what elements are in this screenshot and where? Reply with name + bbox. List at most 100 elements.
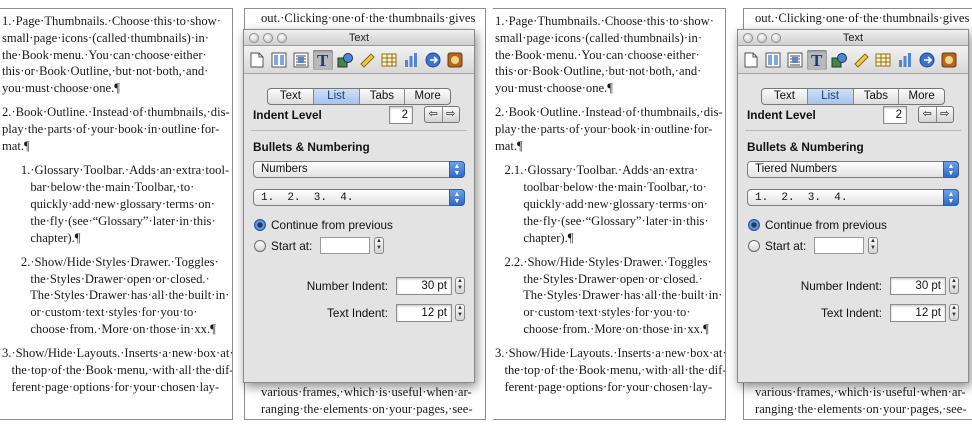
metrics-inspector-icon[interactable] bbox=[851, 50, 871, 70]
document-line[interactable]: 1.·Page·Thumbnails.·Choose·this·to·show· bbox=[495, 13, 725, 30]
document-line[interactable]: 2.1.·Glossary·Toolbar.·Adds·an·extra· bbox=[495, 162, 725, 179]
metrics-inspector-icon[interactable] bbox=[357, 50, 377, 70]
layout-inspector-icon[interactable] bbox=[763, 50, 783, 70]
indent-arrow-icon[interactable]: ⇨ bbox=[443, 107, 460, 122]
document-line[interactable]: chapter).¶ bbox=[2, 230, 232, 247]
document-line[interactable]: choose·from.·More·on·those·in·xx.¶ bbox=[495, 321, 725, 338]
number-indent-field[interactable]: 30 pt bbox=[396, 277, 452, 295]
document-line[interactable] bbox=[2, 246, 232, 254]
document-line[interactable]: 2.·Show/Hide·Styles·Drawer.·Toggles· bbox=[2, 254, 232, 271]
window-titlebar[interactable]: Text bbox=[244, 30, 474, 46]
document-inspector-icon[interactable] bbox=[741, 50, 761, 70]
document-line[interactable]: the·fly·(see·“Glossary”·later·in·this· bbox=[495, 213, 725, 230]
document-line[interactable]: this·or·Book·Outline,·but·not·both,·and· bbox=[2, 63, 232, 80]
tab-list[interactable]: List bbox=[313, 89, 360, 104]
close-icon[interactable] bbox=[249, 33, 259, 43]
layout-inspector-icon[interactable] bbox=[269, 50, 289, 70]
start-at-field[interactable] bbox=[320, 237, 370, 254]
indent-level-field[interactable]: 2 bbox=[389, 106, 413, 124]
link-inspector-icon[interactable] bbox=[423, 50, 443, 70]
tab-tabs[interactable]: Tabs bbox=[854, 89, 900, 104]
radio-button-selected[interactable] bbox=[748, 219, 760, 231]
number-indent-stepper[interactable]: ▲ ▼ bbox=[949, 277, 959, 294]
document-text-top[interactable]: out.·Clicking·one·of·the·thumbnails·give… bbox=[755, 10, 969, 27]
document-line[interactable]: 3.·Show/Hide·Layouts.·Inserts·a·new·box·… bbox=[495, 345, 725, 362]
text-inspector-icon[interactable]: T bbox=[313, 49, 333, 70]
document-line[interactable]: mat.¶ bbox=[2, 138, 232, 155]
wrap-inspector-icon[interactable] bbox=[785, 50, 805, 70]
document-line[interactable]: 2.·Book·Outline.·Instead·of·thumbnails,·… bbox=[495, 104, 725, 121]
graphic-inspector-icon[interactable] bbox=[829, 50, 849, 70]
document-line[interactable] bbox=[2, 155, 232, 163]
document-line[interactable]: 1.·Glossary·Toolbar.·Adds·an·extra·tool- bbox=[2, 162, 232, 179]
document-line[interactable]: quickly·add·new·glossary·terms·on· bbox=[2, 196, 232, 213]
number-indent-field[interactable]: 30 pt bbox=[890, 277, 946, 295]
document-line[interactable]: the·top·of·the·Book·menu,·with·all·the·d… bbox=[495, 362, 725, 379]
text-indent-stepper[interactable]: ▲ ▼ bbox=[949, 304, 959, 321]
document-line[interactable]: choose·from.·More·on·those·in·xx.¶ bbox=[2, 321, 232, 338]
indent-arrows[interactable]: ⇦ ⇨ bbox=[918, 106, 954, 123]
indent-level-field[interactable]: 2 bbox=[883, 106, 907, 124]
outdent-arrow-icon[interactable]: ⇦ bbox=[425, 107, 443, 122]
document-line[interactable]: the·Book·menu.·You·can·choose·either· bbox=[2, 47, 232, 64]
tab-list[interactable]: List bbox=[807, 89, 854, 104]
document-line[interactable]: The·Styles·Drawer·has·all·the·built·in· bbox=[495, 287, 725, 304]
document-line[interactable]: the·Book·menu.·You·can·choose·either· bbox=[495, 47, 725, 64]
document-text-bottom[interactable]: various·frames,·which·is·useful·when·ar-… bbox=[261, 384, 473, 418]
document-line[interactable]: ferent·page·options·for·your·chosen·lay- bbox=[2, 379, 232, 396]
close-icon[interactable] bbox=[743, 33, 753, 43]
document-line[interactable]: 3.·Show/Hide·Layouts.·Inserts·a·new·box·… bbox=[2, 345, 232, 362]
document-line[interactable] bbox=[495, 155, 725, 163]
document-line[interactable]: 2.2.·Show/Hide·Styles·Drawer.·Toggles· bbox=[495, 254, 725, 271]
start-at-stepper[interactable]: ▲ ▼ bbox=[374, 237, 384, 254]
text-indent-field[interactable]: 12 pt bbox=[890, 304, 946, 322]
tab-more[interactable]: More bbox=[899, 89, 944, 104]
graphic-inspector-icon[interactable] bbox=[335, 50, 355, 70]
document-text[interactable]: 1.·Page·Thumbnails.·Choose·this·to·show·… bbox=[495, 13, 725, 396]
document-line[interactable]: The·Styles·Drawer·has·all·the·built·in· bbox=[2, 287, 232, 304]
zoom-icon[interactable] bbox=[277, 33, 287, 43]
zoom-icon[interactable] bbox=[771, 33, 781, 43]
number-indent-stepper[interactable]: ▲ ▼ bbox=[455, 277, 465, 294]
document-line[interactable] bbox=[2, 97, 232, 105]
quicktime-inspector-icon[interactable] bbox=[939, 50, 959, 70]
indent-arrow-icon[interactable]: ⇨ bbox=[937, 107, 954, 122]
document-text-top[interactable]: out.·Clicking·one·of·the·thumbnails·give… bbox=[261, 10, 475, 27]
document-line[interactable]: this·or·Book·Outline,·but·not·both,·and· bbox=[495, 63, 725, 80]
continue-from-previous-option[interactable]: Continue from previous bbox=[748, 218, 887, 232]
document-line[interactable]: or·custom·text·styles·for·you·to· bbox=[2, 304, 232, 321]
radio-button[interactable] bbox=[748, 240, 760, 252]
document-line[interactable]: quickly·add·new·glossary·terms·on· bbox=[495, 196, 725, 213]
document-line[interactable]: 2.·Book·Outline.·Instead·of·thumbnails,·… bbox=[2, 104, 232, 121]
document-line[interactable] bbox=[495, 246, 725, 254]
text-indent-field[interactable]: 12 pt bbox=[396, 304, 452, 322]
document-line[interactable]: mat.¶ bbox=[495, 138, 725, 155]
document-line[interactable]: the·Styles·Drawer·open·or·closed.· bbox=[2, 271, 232, 288]
document-line[interactable]: play·the·parts·of·your·book·in·outline·f… bbox=[2, 121, 232, 138]
minimize-icon[interactable] bbox=[757, 33, 767, 43]
document-line[interactable]: chapter).¶ bbox=[495, 230, 725, 247]
start-at-stepper[interactable]: ▲ ▼ bbox=[868, 237, 878, 254]
text-indent-stepper[interactable]: ▲ ▼ bbox=[455, 304, 465, 321]
document-line[interactable]: small·page·icons·(called·thumbnails)·in· bbox=[495, 30, 725, 47]
table-inspector-icon[interactable] bbox=[379, 50, 399, 70]
document-line[interactable]: ferent·page·options·for·your·chosen·lay- bbox=[495, 379, 725, 396]
tab-more[interactable]: More bbox=[405, 89, 450, 104]
number-format-popup[interactable]: 1. 2. 3. 4. ▲ ▼ bbox=[253, 189, 465, 206]
document-line[interactable]: ranging·the·elements·on·your·pages,·see- bbox=[755, 401, 967, 418]
document-line[interactable] bbox=[2, 338, 232, 346]
minimize-icon[interactable] bbox=[263, 33, 273, 43]
number-format-popup[interactable]: 1. 2. 3. 4. ▲ ▼ bbox=[747, 189, 959, 206]
document-line[interactable]: bar·below·the·main·Toolbar,·to· bbox=[2, 179, 232, 196]
link-inspector-icon[interactable] bbox=[917, 50, 937, 70]
tab-tabs[interactable]: Tabs bbox=[360, 89, 406, 104]
radio-button-selected[interactable] bbox=[254, 219, 266, 231]
document-line[interactable]: the·Styles·Drawer·open·or·closed.· bbox=[495, 271, 725, 288]
chart-inspector-icon[interactable] bbox=[401, 50, 421, 70]
document-text-bottom[interactable]: various·frames,·which·is·useful·when·ar-… bbox=[755, 384, 967, 418]
radio-button[interactable] bbox=[254, 240, 266, 252]
tab-text[interactable]: Text bbox=[762, 89, 808, 104]
document-line[interactable]: small·page·icons·(called·thumbnails)·in· bbox=[2, 30, 232, 47]
indent-arrows[interactable]: ⇦ ⇨ bbox=[424, 106, 460, 123]
document-line[interactable]: various·frames,·which·is·useful·when·ar- bbox=[755, 384, 967, 401]
